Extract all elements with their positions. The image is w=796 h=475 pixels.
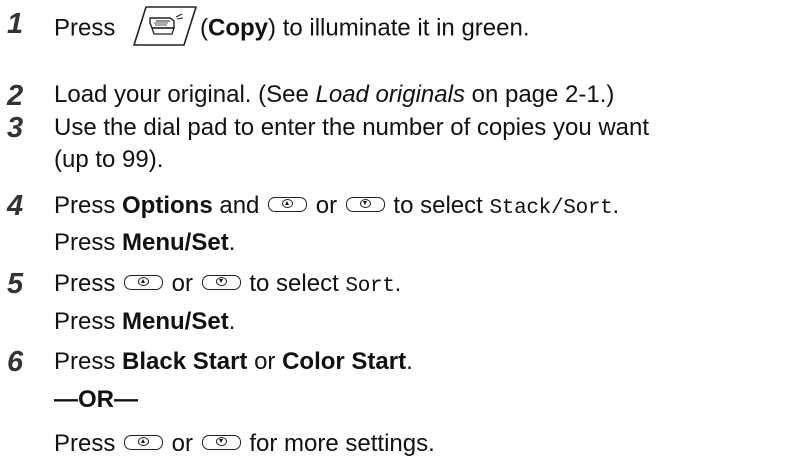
copy-key-icon <box>124 5 198 47</box>
step-4-post: to select <box>386 192 490 219</box>
step-4-line2-end: . <box>228 229 236 256</box>
step-2-post: on page 2-1.) <box>464 81 615 108</box>
step-4-line2-bold: Menu/Set <box>122 229 229 256</box>
step-2-text: Load your original. (See Load originals … <box>54 80 614 110</box>
step-4-end: . <box>612 192 620 219</box>
step-1-pre: Press <box>54 14 116 42</box>
down-arrow-key-icon <box>201 275 241 291</box>
step-4-or: or <box>309 192 344 219</box>
step-2-pre: Load your original. (See <box>54 81 316 108</box>
step-6-or: or <box>165 430 200 457</box>
step-6-line3-post: for more settings. <box>242 430 435 457</box>
step-5-mono: Sort <box>345 275 395 298</box>
step-5-end: . <box>394 270 402 297</box>
step-5-line2-pre: Press <box>54 308 123 335</box>
step-6-line-3: Press or for more settings. <box>54 429 435 459</box>
step-5-line2-end: . <box>228 308 236 335</box>
up-arrow-key-icon <box>124 275 164 291</box>
step-6-pre: Press <box>54 348 123 375</box>
step-5-or: or <box>165 270 200 297</box>
step-5-line-1: Press or to select Sort. <box>54 269 401 302</box>
step-number-1: 1 <box>7 8 24 40</box>
step-3-line-1: Use the dial pad to enter the number of … <box>54 114 650 141</box>
step-number-3: 3 <box>7 112 24 144</box>
step-number-2: 2 <box>7 80 24 112</box>
step-2-italic: Load originals <box>315 81 465 108</box>
step-number-5: 5 <box>7 268 24 300</box>
step-4-mid: and <box>212 192 267 219</box>
step-4-pre: Press <box>54 192 123 219</box>
step-4-line-1: Press Options and or to select Stack/Sor… <box>54 191 619 224</box>
step-3-line-2: (up to 99). <box>54 146 164 173</box>
up-arrow-key-icon <box>124 435 164 451</box>
step-5-pre: Press <box>54 270 123 297</box>
step-4-bold: Options <box>122 192 213 219</box>
step-4-mono: Stack/Sort <box>489 197 613 220</box>
step-1-bold: Copy <box>208 14 269 42</box>
step-5-line-2: Press Menu/Set. <box>54 307 235 337</box>
step-5-post: to select <box>242 270 346 297</box>
step-4-line2-pre: Press <box>54 229 123 256</box>
down-arrow-key-icon <box>201 435 241 451</box>
step-6-bold-2: Color Start <box>282 348 407 375</box>
step-6-or-text: or <box>247 348 283 375</box>
step-1-post: ) to illuminate it in green. <box>268 14 530 42</box>
step-6-or-line: —OR— <box>54 385 138 415</box>
step-4-line-2: Press Menu/Set. <box>54 228 235 258</box>
step-number-6: 6 <box>7 346 24 378</box>
step-6-end: . <box>406 348 413 375</box>
step-6-line3-pre: Press <box>54 430 123 457</box>
up-arrow-key-icon <box>268 197 308 213</box>
step-6-line-1: Press Black Start or Color Start. <box>54 347 413 377</box>
step-6-or-label: —OR— <box>54 386 138 413</box>
step-6-bold-1: Black Start <box>122 348 248 375</box>
step-5-line2-bold: Menu/Set <box>122 308 229 335</box>
step-1-text: Press (Copy) to illuminate it in green. <box>54 5 530 50</box>
step-number-4: 4 <box>7 190 24 222</box>
down-arrow-key-icon <box>345 197 385 213</box>
step-1-open-paren: ( <box>200 14 209 42</box>
